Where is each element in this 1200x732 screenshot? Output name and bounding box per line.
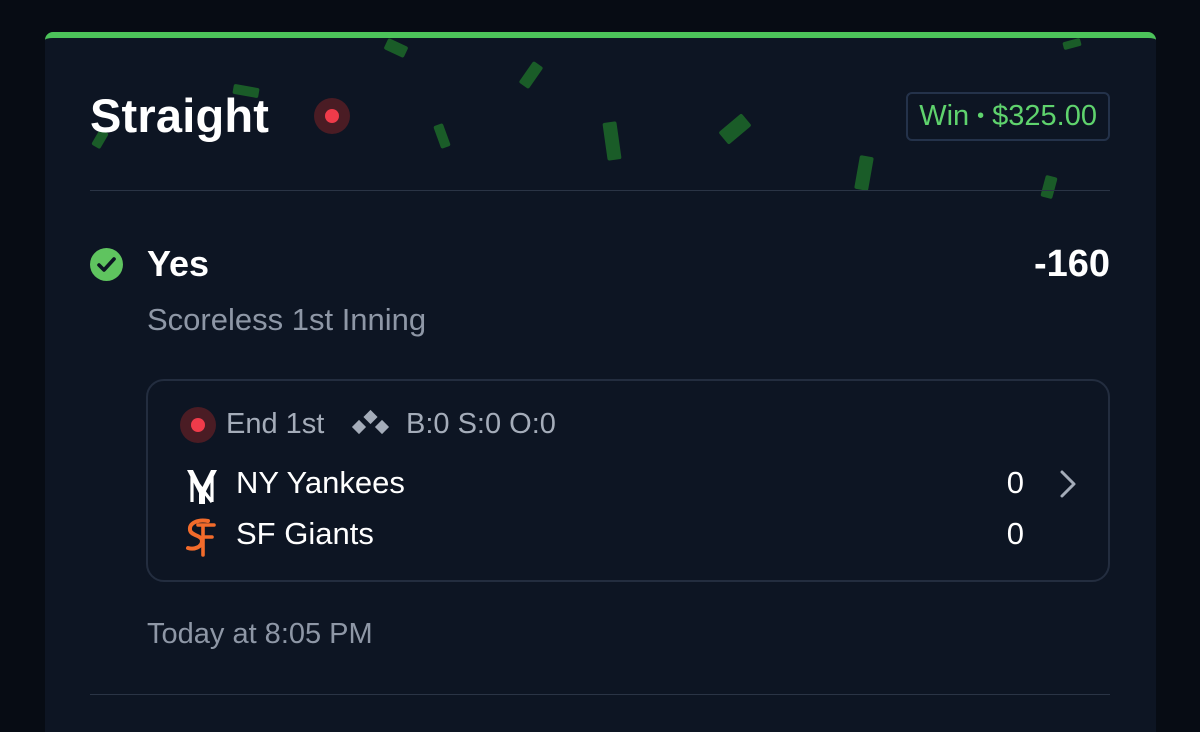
confetti-piece bbox=[1062, 38, 1082, 51]
giants-logo-icon bbox=[186, 518, 216, 557]
team-name-away: NY Yankees bbox=[236, 465, 405, 500]
market-label: Scoreless 1st Inning bbox=[147, 302, 427, 337]
result-badge: Win • $325.00 bbox=[906, 92, 1110, 141]
live-indicator-icon bbox=[180, 407, 216, 443]
team-score-home: 0 bbox=[1006, 516, 1024, 551]
confetti-piece bbox=[383, 38, 409, 59]
result-label: Win bbox=[919, 100, 970, 132]
ball-strike-out-count: B:0 S:0 O:0 bbox=[406, 408, 556, 440]
live-indicator-icon bbox=[314, 98, 350, 134]
pick-label: Yes bbox=[147, 243, 210, 284]
payout-amount: $325.00 bbox=[992, 100, 1097, 132]
bases-icon bbox=[351, 409, 390, 435]
confetti-piece bbox=[433, 123, 451, 149]
yankees-logo-icon bbox=[187, 470, 217, 504]
bet-card[interactable]: Straight Win • $325.00 Yes -160 Scoreles… bbox=[45, 32, 1156, 732]
game-summary[interactable]: End 1st B:0 S:0 O:0 NY Yankees 0 SF Gian… bbox=[146, 379, 1110, 582]
confetti-piece bbox=[602, 121, 622, 161]
header-divider bbox=[90, 190, 1110, 191]
team-score-away: 0 bbox=[1006, 465, 1024, 500]
confetti-piece bbox=[854, 155, 874, 191]
bet-placed-time: Today at 8:05 PM bbox=[147, 618, 373, 650]
result-separator: • bbox=[977, 105, 985, 127]
confetti-piece bbox=[718, 113, 752, 145]
bet-type-title: Straight bbox=[90, 89, 270, 142]
team-name-home: SF Giants bbox=[236, 516, 374, 551]
odds-value: -160 bbox=[1033, 243, 1110, 285]
confetti-piece bbox=[1040, 174, 1058, 200]
footer-divider bbox=[90, 694, 1110, 695]
chevron-right-icon[interactable] bbox=[1058, 468, 1078, 500]
check-circle-icon bbox=[90, 248, 123, 281]
game-status: End 1st bbox=[226, 408, 325, 440]
confetti-piece bbox=[518, 60, 544, 90]
